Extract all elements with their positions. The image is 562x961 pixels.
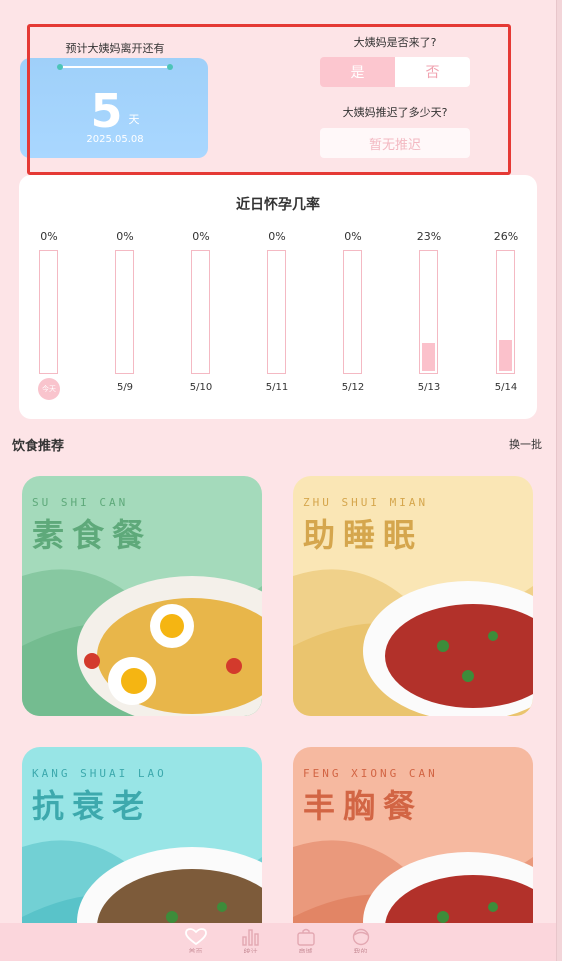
annotation-highlight-box <box>27 24 511 175</box>
diet-card-pinyin: SU SHI CAN <box>32 496 129 509</box>
probability-bar <box>496 250 515 374</box>
bag-icon <box>296 928 315 946</box>
probability-percent: 23% <box>416 230 442 243</box>
probability-bar-fill <box>422 343 435 371</box>
nav-label-home: 首页 <box>188 948 203 953</box>
diet-card-pinyin: FENG XIONG CAN <box>303 767 438 780</box>
diet-card-title: 素食餐 <box>32 516 153 554</box>
day-label: 5/10 <box>189 382 213 393</box>
nav-label-profile: 我的 <box>353 948 368 953</box>
probability-bar <box>115 250 134 374</box>
today-badge: 今天 <box>38 378 60 400</box>
nav-item-stats[interactable]: 统计 <box>233 923 268 961</box>
pregnancy-probability-card: 近日怀孕几率 0% 今天 0% 5/9 0% 5/10 0% 5/11 0% 5/12 23% 5/1… <box>19 175 537 419</box>
day-label: 5/12 <box>341 382 365 393</box>
refresh-diet-button[interactable]: 换一批 <box>509 436 542 452</box>
diet-card[interactable]: SU SHI CAN 素食餐 <box>22 476 262 716</box>
scrollbar-track[interactable] <box>556 0 562 961</box>
chart-icon <box>241 929 259 946</box>
nav-item-shop[interactable]: 商城 <box>288 923 323 961</box>
diet-card-pinyin: ZHU SHUI MIAN <box>303 496 429 509</box>
nav-item-home[interactable]: 首页 <box>178 923 213 961</box>
probability-percent: 0% <box>268 230 286 243</box>
probability-bar <box>191 250 210 374</box>
day-label: 5/11 <box>265 382 289 393</box>
nav-item-profile[interactable]: 我的 <box>343 923 378 961</box>
nav-label-shop: 商城 <box>298 948 313 953</box>
probability-percent: 0% <box>116 230 134 243</box>
probability-title: 近日怀孕几率 <box>236 197 320 213</box>
diet-card-title: 助睡眠 <box>303 516 424 554</box>
face-icon <box>352 928 369 946</box>
probability-percent: 0% <box>344 230 362 243</box>
diet-card-title: 丰胸餐 <box>303 787 424 825</box>
heart-icon <box>184 928 207 946</box>
probability-bar <box>39 250 58 374</box>
day-label: 5/13 <box>417 382 441 393</box>
diet-card-title: 抗衰老 <box>32 787 153 825</box>
diet-section-title: 饮食推荐 <box>12 439 65 454</box>
probability-bar-fill <box>499 340 512 371</box>
nav-label-stats: 统计 <box>243 948 258 953</box>
diet-card-pinyin: KANG SHUAI LAO <box>32 767 167 780</box>
probability-percent: 0% <box>40 230 58 243</box>
day-label: 5/9 <box>116 382 134 393</box>
bottom-nav: 首页 统计 商城 我的 <box>0 923 556 961</box>
day-label: 5/14 <box>494 382 518 393</box>
probability-bar <box>267 250 286 374</box>
probability-percent: 0% <box>192 230 210 243</box>
diet-card[interactable]: ZHU SHUI MIAN 助睡眠 <box>293 476 533 716</box>
probability-bar <box>343 250 362 374</box>
probability-bar <box>419 250 438 374</box>
probability-percent: 26% <box>493 230 519 243</box>
